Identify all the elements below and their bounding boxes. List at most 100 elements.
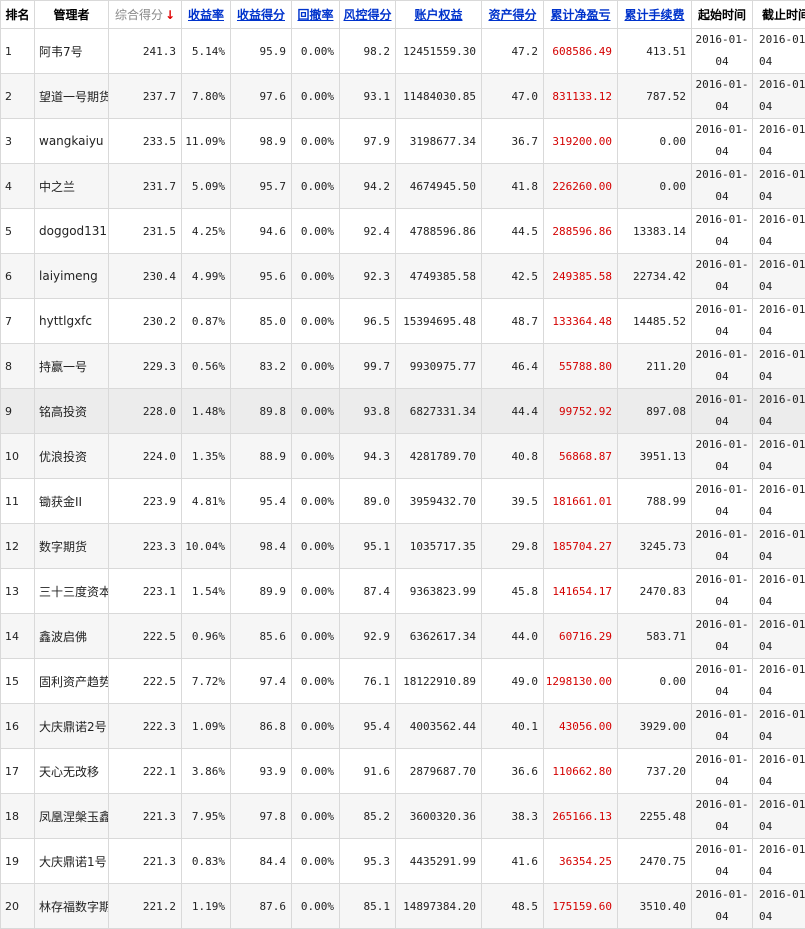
- row-end-time: 2016-01-04: [753, 29, 805, 74]
- row-drawdown: 0.00%: [292, 839, 340, 884]
- row-start-time: 2016-01-04: [692, 74, 753, 119]
- row-return-score: 85.0: [231, 299, 292, 344]
- row-cum-pnl: 133364.48: [544, 299, 618, 344]
- row-equity: 6827331.34: [396, 389, 482, 434]
- row-start-time-day: 04: [692, 816, 752, 838]
- row-drawdown: 0.00%: [292, 74, 340, 119]
- row-end-time-date: 2016-01-: [759, 299, 805, 321]
- table-row: 15固利资产趋势222.57.72%97.40.00%76.118122910.…: [1, 659, 805, 704]
- row-drawdown: 0.00%: [292, 29, 340, 74]
- row-rank: 12: [1, 524, 35, 569]
- header-return-rate-sort[interactable]: 收益率: [182, 1, 231, 29]
- row-return-rate: 5.09%: [182, 164, 231, 209]
- row-start-time-date: 2016-01-: [692, 569, 752, 591]
- header-score-label: 综合得分: [115, 8, 163, 22]
- row-rank: 2: [1, 74, 35, 119]
- row-cum-fee: 897.08: [618, 389, 692, 434]
- header-cum-fee-sort[interactable]: 累计手续费: [618, 1, 692, 29]
- table-row: 17天心无改移222.13.86%93.90.00%91.62879687.70…: [1, 749, 805, 794]
- row-risk-score: 97.9: [340, 119, 396, 164]
- row-end-time-day: 04: [759, 186, 805, 208]
- row-drawdown: 0.00%: [292, 119, 340, 164]
- row-start-time-date: 2016-01-: [692, 344, 752, 366]
- row-start-time-date: 2016-01-: [692, 389, 752, 411]
- header-asset-score-sort[interactable]: 资产得分: [482, 1, 544, 29]
- header-rank: 排名: [1, 1, 35, 29]
- header-cum-pnl-sort[interactable]: 累计净盈亏: [544, 1, 618, 29]
- row-start-time-day: 04: [692, 96, 752, 118]
- row-return-rate: 5.14%: [182, 29, 231, 74]
- row-end-time-date: 2016-01-: [759, 164, 805, 186]
- row-return-rate: 3.86%: [182, 749, 231, 794]
- row-start-time: 2016-01-04: [692, 119, 753, 164]
- row-drawdown: 0.00%: [292, 884, 340, 929]
- table-row: 5doggod131231.54.25%94.60.00%92.44788596…: [1, 209, 805, 254]
- row-end-time-date: 2016-01-: [759, 209, 805, 231]
- row-cum-fee: 2470.75: [618, 839, 692, 884]
- row-start-time-date: 2016-01-: [692, 704, 752, 726]
- row-start-time-day: 04: [692, 366, 752, 388]
- header-return-score-sort[interactable]: 收益得分: [231, 1, 292, 29]
- row-drawdown: 0.00%: [292, 524, 340, 569]
- row-cum-fee: 13383.14: [618, 209, 692, 254]
- header-risk-score-sort[interactable]: 风控得分: [340, 1, 396, 29]
- header-drawdown-sort[interactable]: 回撤率: [292, 1, 340, 29]
- row-equity: 1035717.35: [396, 524, 482, 569]
- row-start-time-day: 04: [692, 321, 752, 343]
- row-start-time: 2016-01-04: [692, 659, 753, 704]
- row-cum-pnl: 43056.00: [544, 704, 618, 749]
- row-return-score: 83.2: [231, 344, 292, 389]
- row-cum-pnl: 110662.80: [544, 749, 618, 794]
- row-cum-pnl: 288596.86: [544, 209, 618, 254]
- row-manager: wangkaiyu: [35, 119, 109, 164]
- row-return-score: 95.6: [231, 254, 292, 299]
- row-end-time-day: 04: [759, 141, 805, 163]
- row-risk-score: 94.2: [340, 164, 396, 209]
- table-row: 19大庆鼎诺1号221.30.83%84.40.00%95.34435291.9…: [1, 839, 805, 884]
- row-return-score: 98.9: [231, 119, 292, 164]
- row-return-rate: 7.72%: [182, 659, 231, 704]
- row-cum-pnl: 831133.12: [544, 74, 618, 119]
- row-start-time-date: 2016-01-: [692, 119, 752, 141]
- row-score: 221.3: [109, 839, 182, 884]
- row-equity: 9930975.77: [396, 344, 482, 389]
- row-start-time-date: 2016-01-: [692, 839, 752, 861]
- row-end-time: 2016-01-04: [753, 749, 805, 794]
- row-score: 222.5: [109, 659, 182, 704]
- row-rank: 6: [1, 254, 35, 299]
- row-end-time: 2016-01-04: [753, 614, 805, 659]
- row-asset-score: 39.5: [482, 479, 544, 524]
- row-end-time-date: 2016-01-: [759, 794, 805, 816]
- table-row: 3wangkaiyu233.511.09%98.90.00%97.9319867…: [1, 119, 805, 164]
- row-risk-score: 95.3: [340, 839, 396, 884]
- row-end-time: 2016-01-04: [753, 704, 805, 749]
- row-drawdown: 0.00%: [292, 209, 340, 254]
- row-return-score: 95.7: [231, 164, 292, 209]
- table-row: 4中之兰231.75.09%95.70.00%94.24674945.5041.…: [1, 164, 805, 209]
- row-cum-fee: 2255.48: [618, 794, 692, 839]
- row-end-time-date: 2016-01-: [759, 389, 805, 411]
- row-risk-score: 89.0: [340, 479, 396, 524]
- row-asset-score: 40.8: [482, 434, 544, 479]
- row-start-time: 2016-01-04: [692, 524, 753, 569]
- row-score: 233.5: [109, 119, 182, 164]
- row-start-time-date: 2016-01-: [692, 254, 752, 276]
- row-equity: 14897384.20: [396, 884, 482, 929]
- row-start-time-day: 04: [692, 636, 752, 658]
- header-equity-sort[interactable]: 账户权益: [396, 1, 482, 29]
- row-cum-fee: 583.71: [618, 614, 692, 659]
- row-start-time: 2016-01-04: [692, 749, 753, 794]
- row-cum-fee: 413.51: [618, 29, 692, 74]
- row-equity: 15394695.48: [396, 299, 482, 344]
- row-equity: 11484030.85: [396, 74, 482, 119]
- row-risk-score: 95.4: [340, 704, 396, 749]
- row-score: 223.3: [109, 524, 182, 569]
- row-start-time-day: 04: [692, 141, 752, 163]
- header-score-sort[interactable]: 综合得分↓: [109, 1, 182, 29]
- row-equity: 18122910.89: [396, 659, 482, 704]
- row-start-time-day: 04: [692, 231, 752, 253]
- row-return-score: 87.6: [231, 884, 292, 929]
- row-cum-pnl: 141654.17: [544, 569, 618, 614]
- row-cum-fee: 14485.52: [618, 299, 692, 344]
- row-return-score: 84.4: [231, 839, 292, 884]
